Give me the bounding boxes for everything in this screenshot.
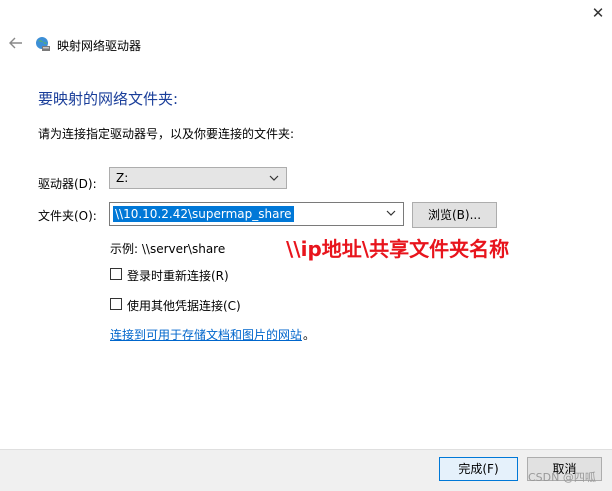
back-arrow-icon[interactable] — [8, 36, 24, 50]
close-button[interactable]: ✕ — [588, 4, 608, 22]
website-link[interactable]: 连接到可用于存储文档和图片的网站 — [110, 326, 302, 343]
network-drive-icon — [36, 37, 50, 51]
annotation-text: \\ip地址\共享文件夹名称 — [286, 237, 510, 261]
folder-value: \\10.10.2.42\supermap_share — [113, 206, 294, 222]
instruction-text: 请为连接指定驱动器号，以及你要连接的文件夹: — [38, 127, 295, 141]
chevron-down-icon — [269, 175, 279, 181]
example-text: 示例: \\server\share — [110, 242, 226, 256]
drive-value: Z: — [116, 171, 129, 185]
finish-button[interactable]: 完成(F) — [439, 457, 518, 481]
link-suffix: 。 — [303, 328, 316, 342]
folder-input[interactable]: \\10.10.2.42\supermap_share — [109, 202, 404, 226]
watermark: CSDN @四呱 — [528, 471, 596, 484]
footer-bar — [0, 449, 612, 491]
other-credentials-label[interactable]: 使用其他凭据连接(C) — [127, 297, 241, 314]
other-credentials-checkbox[interactable] — [110, 298, 122, 310]
page-heading: 要映射的网络文件夹: — [38, 90, 179, 108]
chevron-down-icon[interactable] — [385, 207, 397, 219]
window-title: 映射网络驱动器 — [57, 39, 142, 53]
reconnect-label[interactable]: 登录时重新连接(R) — [127, 267, 229, 284]
folder-label: 文件夹(O): — [38, 209, 97, 223]
reconnect-checkbox[interactable] — [110, 268, 122, 280]
drive-label: 驱动器(D): — [38, 177, 97, 191]
drive-select[interactable]: Z: — [109, 167, 287, 189]
browse-button[interactable]: 浏览(B)... — [412, 202, 497, 228]
